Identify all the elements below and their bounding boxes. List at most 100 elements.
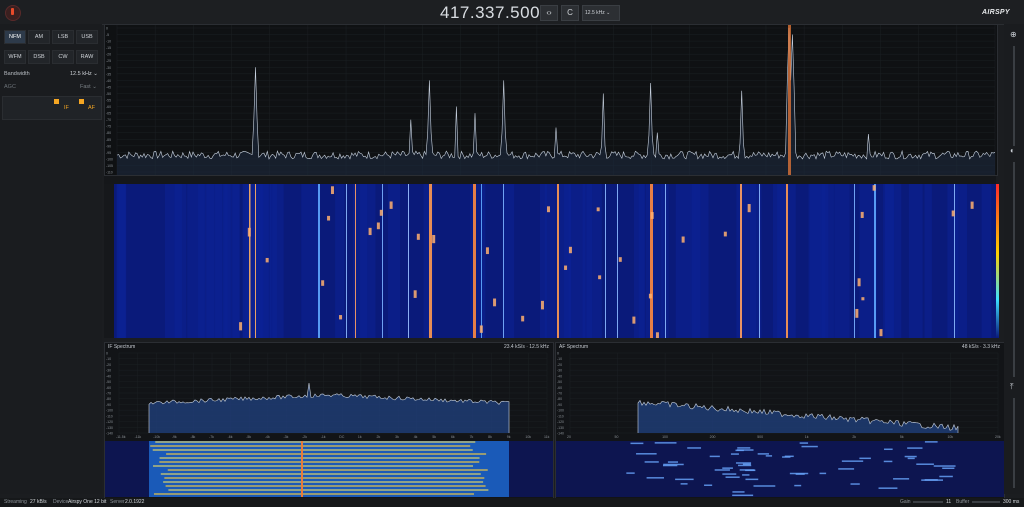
af-waterfall-streak	[709, 455, 720, 458]
db-tick-label: -100	[106, 157, 113, 161]
mode-button-raw[interactable]: RAW	[76, 50, 98, 64]
waterfall-band	[633, 184, 645, 338]
if-waterfall-row	[167, 469, 488, 471]
waterfall-burst	[389, 201, 393, 209]
af-waterfall-streak	[794, 484, 802, 487]
waterfall-burst	[648, 293, 652, 299]
waterfall-burst	[747, 204, 751, 213]
waterfall-burst	[650, 212, 654, 219]
waterfall-signal	[665, 184, 666, 338]
waterfall-burst	[339, 315, 343, 320]
if-checkbox[interactable]	[54, 99, 59, 104]
freq-tick-label: -6k	[228, 435, 233, 439]
db-tick-label: -10	[557, 357, 562, 361]
waterfall-band	[470, 184, 486, 338]
af-waterfall-streak	[735, 449, 744, 452]
if-waterfall-row	[165, 485, 486, 487]
mode-button-am[interactable]: AM	[28, 30, 50, 44]
freq-tick-label: 7k	[470, 435, 474, 439]
waterfall-band	[675, 184, 696, 338]
range-slider[interactable]	[1013, 398, 1015, 488]
swap-button[interactable]: ‹›	[540, 5, 558, 21]
waterfall-band	[335, 184, 345, 338]
if-waterfall-row	[150, 445, 471, 447]
db-tick-label: -130	[106, 426, 113, 430]
contrast-slider[interactable]	[1013, 162, 1015, 377]
waterfall-band	[884, 184, 894, 338]
db-tick-label: -105	[106, 164, 113, 168]
waterfall-signal	[382, 184, 383, 338]
main-spectrum[interactable]: 0 -5 -10 -15 -20 -25 -30 -35 -40 -45 -50 -55 -60 -65 -…	[104, 24, 998, 176]
waterfall-band	[736, 184, 757, 338]
af-waterfall-streak	[654, 442, 677, 444]
af-title: AF Spectrum	[559, 344, 589, 350]
gain-value: 11	[946, 499, 952, 505]
frequency-display[interactable]: 417.337.500	[440, 3, 540, 23]
waterfall-band	[423, 184, 434, 338]
freq-tick-label: 2k	[377, 435, 381, 439]
power-icon[interactable]	[5, 5, 21, 21]
agc-select[interactable]: Fast ⌄	[80, 84, 97, 90]
af-plot[interactable]: 0-10 -20 -30-40 -50 -60 -70-80 -90 -100-110 -120…	[556, 351, 1004, 497]
freq-tick-label: -8k	[190, 435, 195, 439]
db-tick-label: -55	[106, 99, 111, 103]
waterfall-burst	[598, 275, 602, 280]
db-tick-label: -75	[106, 125, 111, 129]
db-tick-label: -40	[106, 374, 111, 378]
buffer-slider[interactable]	[972, 501, 1000, 503]
freq-tick-label: -3k	[283, 435, 288, 439]
db-tick-label: -5	[106, 33, 109, 37]
af-waterfall-streak	[921, 479, 943, 481]
contrast-icon: ◐	[1010, 146, 1015, 155]
db-tick-label: -60	[106, 105, 111, 109]
mode-button-dsb[interactable]: DSB	[28, 50, 50, 64]
status-bar: Streaming 27 kB/s Device Airspy One 12 b…	[0, 498, 1024, 507]
freq-tick-label: 9k	[507, 435, 511, 439]
waterfall-band	[645, 184, 664, 338]
waterfall-signal	[355, 184, 356, 338]
waterfall-burst	[239, 322, 243, 331]
waterfall-burst	[970, 201, 974, 209]
mode-button-nfm[interactable]: NFM	[4, 30, 26, 44]
freq-tick-label: -11k	[135, 435, 142, 439]
upload-icon: ⤒	[1010, 382, 1014, 391]
af-waterfall-streak	[745, 478, 759, 481]
mode-button-wfm[interactable]: WFM	[4, 50, 26, 64]
af-checkbox[interactable]	[79, 99, 84, 104]
if-waterfall-row	[166, 453, 487, 455]
waterfall-burst	[951, 210, 955, 217]
freq-tick-label: 500	[757, 435, 763, 439]
af-waterfall-streak	[883, 460, 893, 463]
waterfall-burst	[596, 207, 600, 212]
bandwidth-select[interactable]: 12.5 kHz ⌄	[70, 71, 98, 77]
waterfall-burst	[855, 308, 859, 318]
agc-label: AGC	[4, 84, 16, 90]
mode-button-usb[interactable]: USB	[76, 30, 98, 44]
if-waterfall-row	[155, 441, 476, 443]
db-tick-label: -80	[557, 397, 562, 401]
waterfall-burst	[493, 298, 497, 307]
af-waterfall-streak	[933, 465, 956, 467]
af-waterfall-streak	[722, 473, 737, 475]
db-tick-label: 0	[106, 27, 108, 31]
if-plot[interactable]: 0-10 -20 -30-40 -50 -60 -70-80 -90 -100-110 -120…	[105, 351, 553, 497]
freq-tick-label: DC	[339, 435, 345, 439]
gain-slider[interactable]	[913, 501, 943, 503]
af-waterfall-streak	[662, 464, 678, 467]
mode-button-lsb[interactable]: LSB	[52, 30, 74, 44]
step-select[interactable]: 12.5 kHz ⌄	[582, 5, 620, 21]
streaming-value: 27 kB/s	[30, 499, 47, 505]
zoom-slider[interactable]	[1013, 46, 1015, 146]
db-tick-label: -30	[557, 369, 562, 373]
waterfall-band	[568, 184, 586, 338]
db-tick-label: -90	[557, 403, 562, 407]
waterfall-band	[242, 184, 263, 338]
center-button[interactable]: C	[561, 5, 579, 21]
waterfall-signal	[557, 184, 559, 338]
waterfall-band	[947, 184, 959, 338]
main-waterfall[interactable]	[114, 184, 996, 339]
waterfall-burst	[857, 278, 861, 287]
waterfall-band	[174, 184, 187, 338]
mode-button-cw[interactable]: CW	[52, 50, 74, 64]
db-tick-label: -70	[557, 392, 562, 396]
